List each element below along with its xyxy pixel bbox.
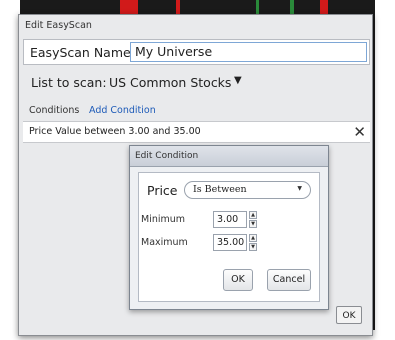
operator-select-value: Is Between xyxy=(193,184,247,195)
price-label: Price xyxy=(147,183,178,198)
spin-up-icon[interactable]: ▲ xyxy=(249,234,257,242)
screen: Edit EasyScan EasyScan Name My Universe … xyxy=(0,0,395,340)
ok-button[interactable]: OK xyxy=(336,306,362,324)
close-icon[interactable]: ✕ xyxy=(353,123,366,141)
edit-condition-body: Price Is Between ▼ Minimum 3.00 ▲ ▼ Maxi… xyxy=(138,172,320,302)
spin-down-icon[interactable]: ▼ xyxy=(249,220,257,228)
chevron-down-icon: ▼ xyxy=(297,185,302,192)
spin-down-icon[interactable]: ▼ xyxy=(249,243,257,251)
list-to-scan-dropdown[interactable]: US Common Stocks xyxy=(109,75,231,90)
operator-select[interactable]: Is Between ▼ xyxy=(184,181,311,199)
chart-bar xyxy=(320,0,328,14)
ok-button[interactable]: OK xyxy=(223,269,253,291)
edit-condition-dialog: Edit Condition Price Is Between ▼ Minimu… xyxy=(129,145,329,310)
chevron-down-icon[interactable]: ▼ xyxy=(234,75,242,86)
conditions-label: Conditions xyxy=(29,105,80,116)
maximum-spinner: ▲ ▼ xyxy=(249,234,257,251)
list-to-scan-label: List to scan: xyxy=(31,75,107,90)
maximum-label: Maximum xyxy=(141,237,188,248)
condition-text: Price Value between 3.00 and 35.00 xyxy=(29,126,201,137)
edit-condition-title: Edit Condition xyxy=(135,151,199,161)
easyscan-name-label: EasyScan Name xyxy=(30,45,131,60)
dialog-title: Edit EasyScan xyxy=(25,20,92,31)
conditions-header: Conditions Add Condition xyxy=(23,101,370,121)
easyscan-name-input[interactable]: My Universe xyxy=(130,42,367,62)
chart-bar xyxy=(256,0,259,14)
list-to-scan-row: List to scan: US Common Stocks ▼ xyxy=(23,69,370,97)
condition-row[interactable]: Price Value between 3.00 and 35.00 ✕ xyxy=(23,121,370,143)
spin-up-icon[interactable]: ▲ xyxy=(249,211,257,219)
add-condition-link[interactable]: Add Condition xyxy=(89,105,156,116)
edit-condition-titlebar[interactable]: Edit Condition xyxy=(130,146,328,167)
chart-bar xyxy=(176,0,180,14)
chart-bar xyxy=(120,0,138,14)
chart-bar xyxy=(290,0,294,14)
easyscan-name-row: EasyScan Name My Universe xyxy=(23,39,370,65)
cancel-button[interactable]: Cancel xyxy=(267,269,311,291)
minimum-spinner: ▲ ▼ xyxy=(249,211,257,228)
minimum-label: Minimum xyxy=(141,214,186,225)
maximum-input[interactable]: 35.00 xyxy=(213,234,247,251)
minimum-input[interactable]: 3.00 xyxy=(213,211,247,228)
